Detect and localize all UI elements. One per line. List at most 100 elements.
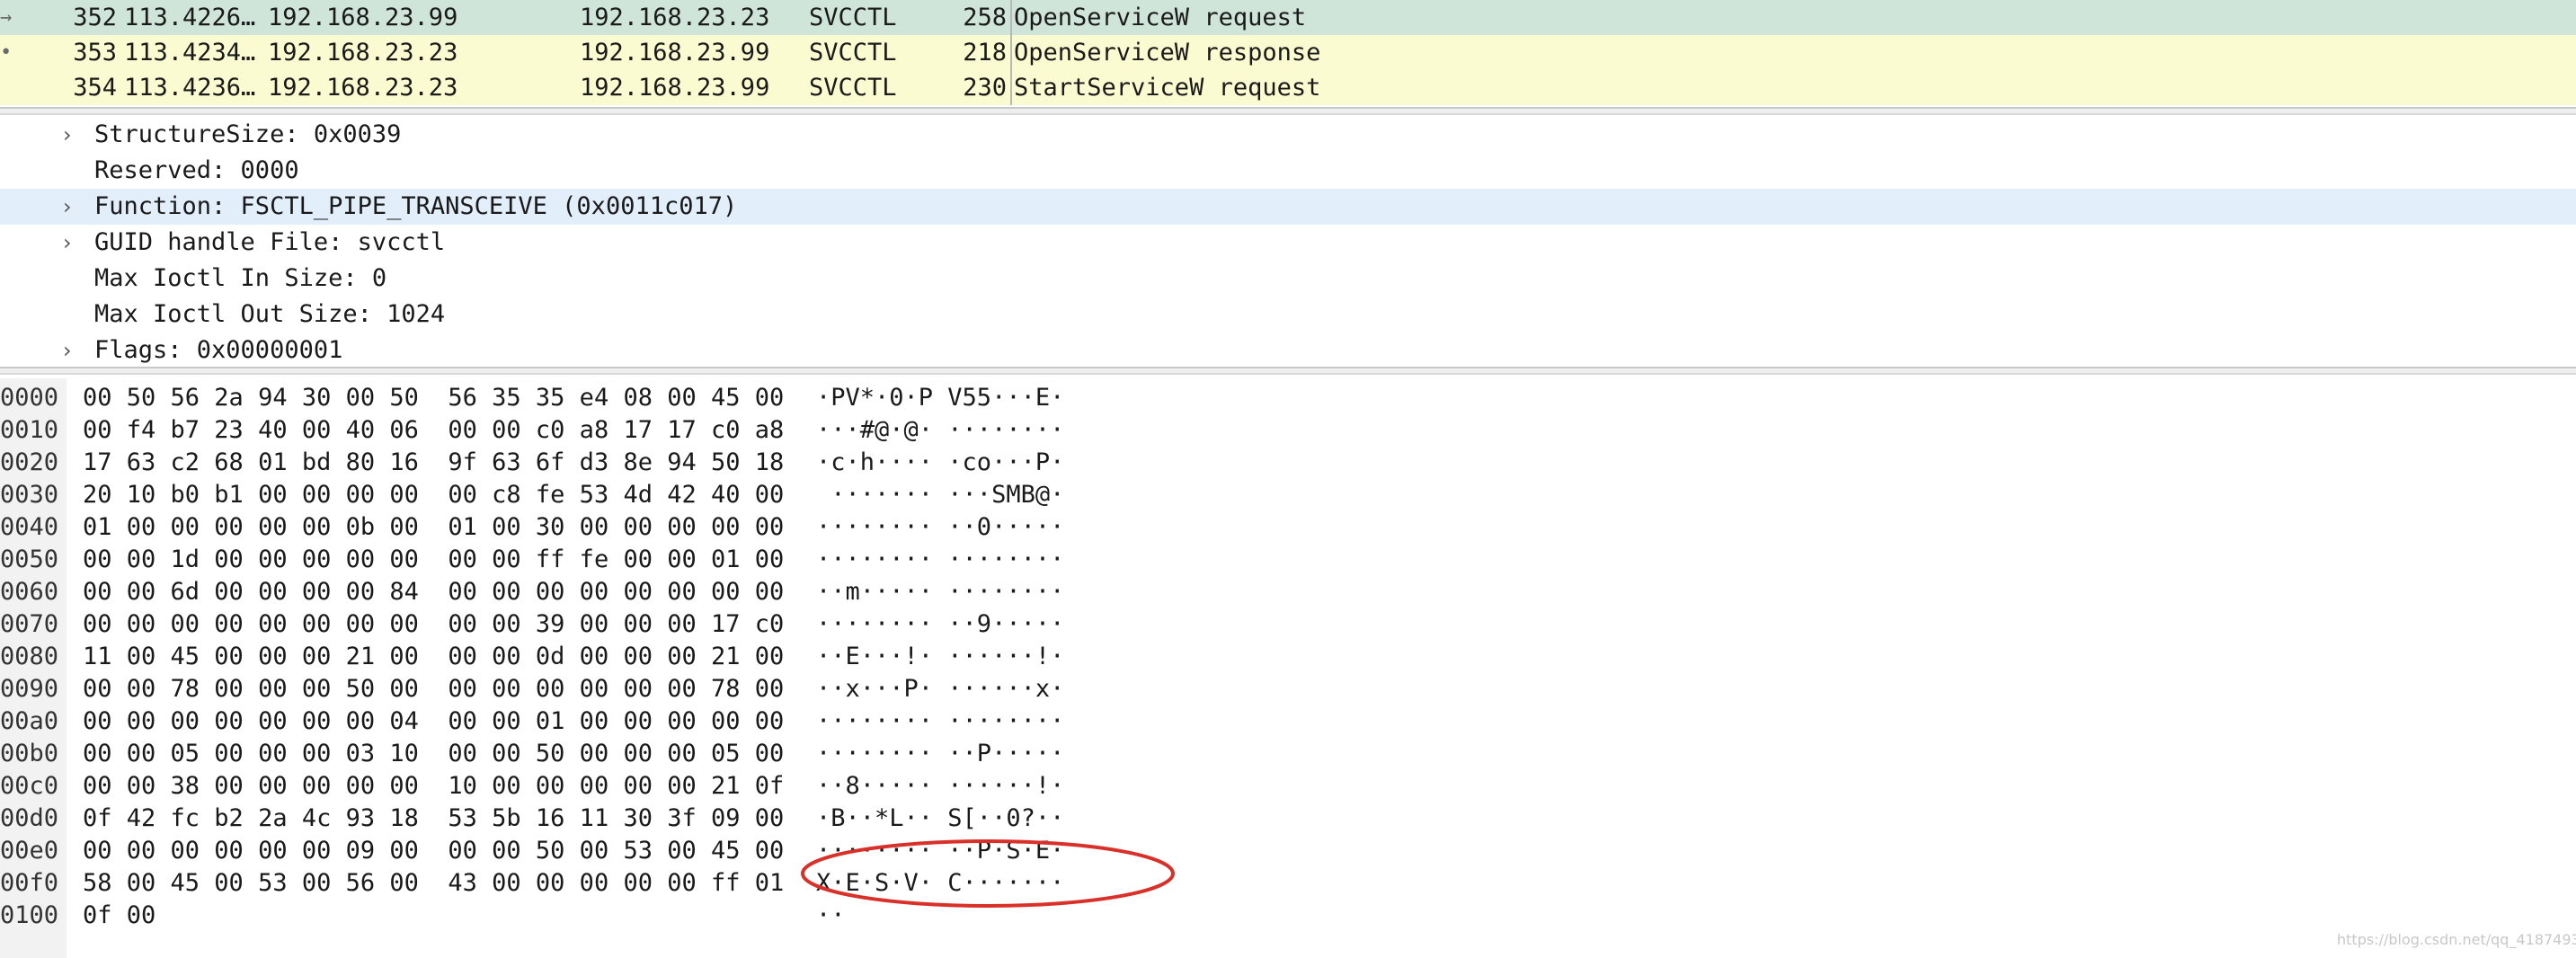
packet-bytes: 0000 00 50 56 2a 94 30 00 50 56 35 35 e4 … (0, 378, 2576, 958)
packet-source: 192.168.23.99 (268, 4, 458, 31)
annotation-ellipse (801, 839, 1175, 908)
byte-offset: 0080 (0, 643, 59, 670)
byte-row: 00a0 00 00 00 00 00 00 00 04 00 00 01 00 … (0, 705, 2576, 738)
byte-ascii[interactable]: ···#@·@· ········ (816, 414, 1064, 447)
byte-hex[interactable]: 00 00 00 00 00 00 00 00 00 00 39 00 00 0… (83, 608, 784, 641)
byte-hex[interactable]: 00 00 78 00 00 00 50 00 00 00 00 00 00 0… (83, 673, 784, 705)
byte-offset: 0070 (0, 610, 59, 638)
byte-row: 0030 20 10 b0 b1 00 00 00 00 00 c8 fe 53 … (0, 479, 2576, 511)
byte-ascii[interactable]: ········ ··0····· (816, 511, 1064, 544)
byte-row: 00c0 00 00 38 00 00 00 00 00 10 00 00 00 … (0, 770, 2576, 803)
packet-number: 352 (73, 4, 117, 31)
byte-row: 0080 11 00 45 00 00 00 21 00 00 00 0d 00 … (0, 641, 2576, 673)
packet-info: OpenServiceW request (1014, 4, 1307, 31)
packet-info: OpenServiceW response (1014, 39, 1321, 67)
byte-hex[interactable]: 00 00 6d 00 00 00 00 84 00 00 00 00 00 0… (83, 576, 784, 608)
packet-source: 192.168.23.23 (268, 74, 458, 102)
related-packet-arrow-icon: → (0, 6, 13, 29)
detail-row[interactable]: Max Ioctl In Size: 0 (0, 261, 2576, 297)
byte-ascii[interactable]: ··8····· ······!· (816, 770, 1064, 803)
detail-row[interactable]: › GUID handle File: svcctl (0, 225, 2576, 261)
packet-protocol: SVCCTL (809, 4, 897, 31)
byte-row: 0010 00 f4 b7 23 40 00 40 06 00 00 c0 a8 … (0, 414, 2576, 447)
byte-hex[interactable]: 0f 00 (83, 900, 155, 932)
expand-chevron-icon[interactable]: › (63, 225, 81, 261)
column-separator (1010, 35, 1012, 70)
byte-hex[interactable]: 00 00 1d 00 00 00 00 00 00 00 ff fe 00 0… (83, 544, 784, 576)
detail-text: Function: FSCTL_PIPE_TRANSCEIVE (0x0011c… (94, 192, 738, 220)
detail-row[interactable]: Reserved: 0000 (0, 153, 2576, 189)
annotation-ellipse-shape (801, 839, 1175, 908)
byte-ascii[interactable]: ·PV*·0·P V55···E· (816, 382, 1064, 414)
watermark: https://blog.csdn.net/qq_41874930 (2337, 931, 2576, 948)
pane-divider-top[interactable] (0, 107, 2576, 115)
packet-info: StartServiceW request (1014, 74, 1321, 102)
byte-ascii[interactable]: ······· ···SMB@· (816, 479, 1064, 511)
packet-row[interactable]: 354 113.4236… 192.168.23.23 192.168.23.99 SV… (0, 70, 2576, 105)
byte-row: 00e0 00 00 00 00 00 00 09 00 00 00 50 00 … (0, 835, 2576, 867)
expand-chevron-icon[interactable]: › (63, 333, 81, 368)
byte-row: 0100 0f 00 ·· (0, 900, 2576, 932)
byte-offset: 0000 (0, 384, 59, 412)
packet-destination: 192.168.23.23 (580, 4, 770, 31)
byte-row: 0040 01 00 00 00 00 00 0b 00 01 00 30 00 … (0, 511, 2576, 544)
byte-ascii[interactable]: ········ ········ (816, 544, 1064, 576)
byte-offset: 0050 (0, 546, 59, 573)
byte-hex[interactable]: 00 00 00 00 00 00 09 00 00 00 50 00 53 0… (83, 835, 784, 867)
byte-hex[interactable]: 00 00 38 00 00 00 00 00 10 00 00 00 00 0… (83, 770, 784, 803)
pane-divider-bottom[interactable] (0, 367, 2576, 375)
byte-offset: 00b0 (0, 740, 59, 767)
byte-row: 0020 17 63 c2 68 01 bd 80 16 9f 63 6f d3 … (0, 447, 2576, 479)
packet-time: 113.4226… (124, 4, 256, 31)
byte-hex[interactable]: 11 00 45 00 00 00 21 00 00 00 0d 00 00 0… (83, 641, 784, 673)
byte-offset: 0040 (0, 513, 59, 541)
packet-protocol: SVCCTL (809, 39, 897, 67)
byte-hex[interactable]: 01 00 00 00 00 00 0b 00 01 00 30 00 00 0… (83, 511, 784, 544)
byte-hex[interactable]: 0f 42 fc b2 2a 4c 93 18 53 5b 16 11 30 3… (83, 803, 784, 835)
byte-row: 0050 00 00 1d 00 00 00 00 00 00 00 ff fe … (0, 544, 2576, 576)
byte-hex[interactable]: 58 00 45 00 53 00 56 00 43 00 00 00 00 0… (83, 867, 784, 900)
packet-length: 218 (963, 39, 1007, 67)
byte-offset: 00c0 (0, 772, 59, 800)
byte-hex[interactable]: 00 50 56 2a 94 30 00 50 56 35 35 e4 08 0… (83, 382, 784, 414)
packet-time: 113.4234… (124, 39, 256, 67)
byte-offset: 0010 (0, 416, 59, 444)
byte-hex[interactable]: 00 00 05 00 00 00 03 10 00 00 50 00 00 0… (83, 738, 784, 770)
byte-ascii[interactable]: ··m····· ········ (816, 576, 1064, 608)
byte-row: 00f0 58 00 45 00 53 00 56 00 43 00 00 00 … (0, 867, 2576, 900)
byte-ascii[interactable]: ·c·h···· ·co···P· (816, 447, 1064, 479)
expand-chevron-icon[interactable]: › (63, 117, 81, 153)
byte-ascii[interactable]: ··x···P· ······x· (816, 673, 1064, 705)
detail-text: StructureSize: 0x0039 (94, 120, 402, 148)
detail-row[interactable]: › Function: FSCTL_PIPE_TRANSCEIVE (0x0011… (0, 189, 2576, 225)
packet-row[interactable]: → 352 113.4226… 192.168.23.99 192.168.23.23 S… (0, 0, 2576, 35)
packet-protocol: SVCCTL (809, 74, 897, 102)
byte-ascii[interactable]: ········ ··P····· (816, 738, 1064, 770)
byte-row: 00d0 0f 42 fc b2 2a 4c 93 18 53 5b 16 11 … (0, 803, 2576, 835)
detail-row[interactable]: › StructureSize: 0x0039 (0, 117, 2576, 153)
detail-text: Max Ioctl Out Size: 1024 (94, 300, 446, 328)
related-packet-dot-icon: • (0, 41, 13, 64)
byte-hex[interactable]: 00 f4 b7 23 40 00 40 06 00 00 c0 a8 17 1… (83, 414, 784, 447)
byte-row: 0000 00 50 56 2a 94 30 00 50 56 35 35 e4 … (0, 382, 2576, 414)
byte-hex[interactable]: 20 10 b0 b1 00 00 00 00 00 c8 fe 53 4d 4… (83, 479, 784, 511)
byte-row: 00b0 00 00 05 00 00 00 03 10 00 00 50 00 … (0, 738, 2576, 770)
byte-ascii[interactable]: ··E···!· ······!· (816, 641, 1064, 673)
byte-offset: 0090 (0, 675, 59, 703)
byte-offset: 0100 (0, 901, 59, 929)
byte-ascii[interactable]: ·B··*L·· S[··0?·· (816, 803, 1064, 835)
packet-source: 192.168.23.23 (268, 39, 458, 67)
byte-hex[interactable]: 00 00 00 00 00 00 00 04 00 00 01 00 00 0… (83, 705, 784, 738)
byte-offset: 0020 (0, 448, 59, 476)
detail-text: Max Ioctl In Size: 0 (94, 264, 387, 292)
byte-row: 0090 00 00 78 00 00 00 50 00 00 00 00 00 … (0, 673, 2576, 705)
byte-ascii[interactable]: ········ ········ (816, 705, 1064, 738)
byte-ascii[interactable]: ········ ··9····· (816, 608, 1064, 641)
packet-row[interactable]: • 353 113.4234… 192.168.23.23 192.168.23.99 S… (0, 35, 2576, 70)
expand-chevron-icon[interactable]: › (63, 189, 81, 225)
detail-row[interactable]: › Flags: 0x00000001 (0, 333, 2576, 368)
packet-destination: 192.168.23.99 (580, 74, 770, 102)
byte-hex[interactable]: 17 63 c2 68 01 bd 80 16 9f 63 6f d3 8e 9… (83, 447, 784, 479)
byte-offset: 0060 (0, 578, 59, 606)
detail-row[interactable]: Max Ioctl Out Size: 1024 (0, 297, 2576, 333)
